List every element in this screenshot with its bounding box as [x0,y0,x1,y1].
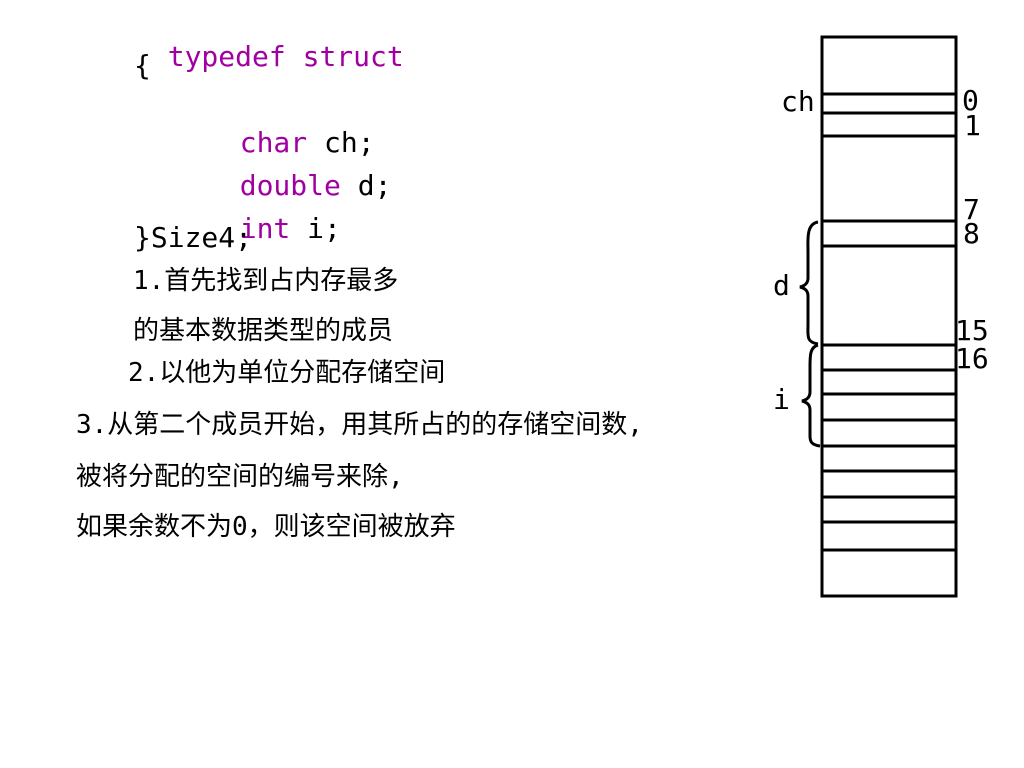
offset-label-16: 16 [955,342,989,375]
label-ch: ch [781,85,815,118]
label-i: i [773,383,790,416]
offset-label-1: 1 [964,109,981,142]
memory-block-outline [820,35,958,598]
offset-label-8: 8 [963,217,980,250]
brace-d [799,220,819,346]
brace-i [801,343,821,448]
memory-layout-diagram [799,35,958,598]
label-d: d [773,269,790,302]
